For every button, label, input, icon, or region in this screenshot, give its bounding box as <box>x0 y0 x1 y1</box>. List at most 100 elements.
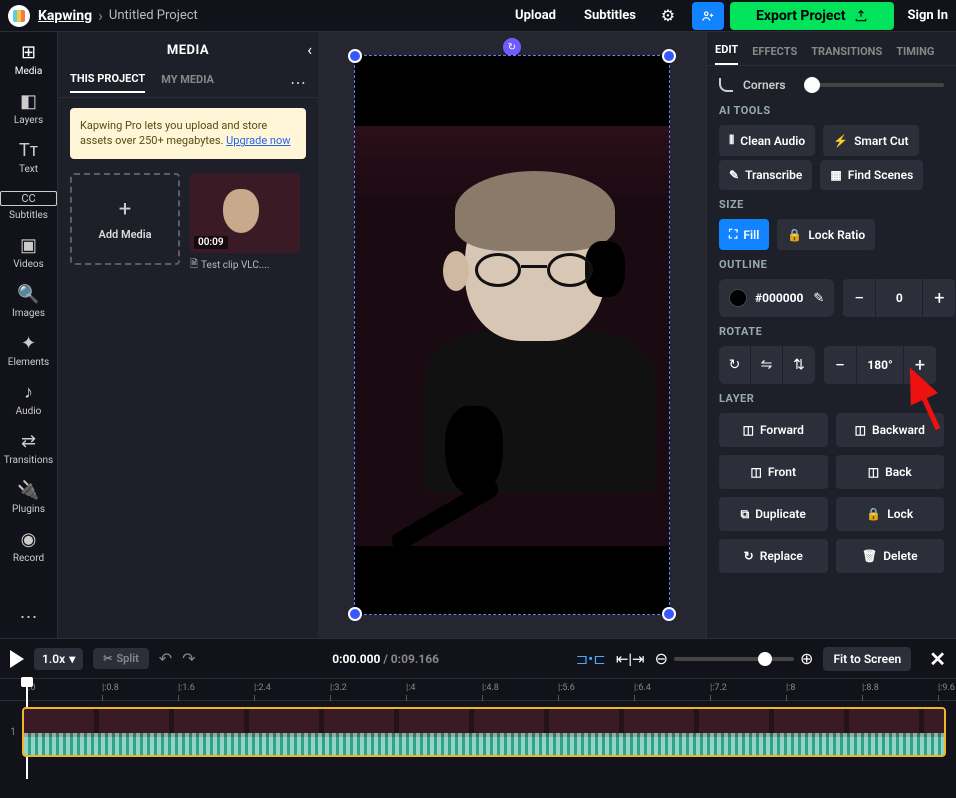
upgrade-link[interactable]: Upgrade now <box>226 134 290 147</box>
resize-handle-bl[interactable] <box>348 607 362 621</box>
tab-timing[interactable]: TIMING <box>896 45 934 65</box>
close-timeline-icon[interactable]: ✕ <box>929 647 946 671</box>
front-button[interactable]: ◫Front <box>719 455 828 489</box>
tab-transitions[interactable]: TRANSITIONS <box>811 45 882 65</box>
flip-v-icon[interactable]: ⇅ <box>783 346 815 384</box>
back-icon: ◫ <box>868 465 879 479</box>
corners-slider[interactable] <box>804 83 944 87</box>
settings-gear-icon[interactable]: ⚙ <box>654 2 682 30</box>
clip-filename: 🗎Test clip VLC.... <box>190 257 300 274</box>
ruler-tick: |:6.4 <box>634 683 651 693</box>
smart-cut-button[interactable]: ⚡Smart Cut <box>823 125 918 156</box>
rotate-value[interactable]: 180° <box>857 346 903 384</box>
collapse-panel-icon[interactable]: ‹ <box>307 40 312 59</box>
add-media-tile[interactable]: + Add Media <box>70 173 180 265</box>
backward-button[interactable]: ◫Backward <box>836 413 945 447</box>
rail-record[interactable]: ◉Record <box>0 525 57 574</box>
ruler-tick: |:8.8 <box>862 683 879 693</box>
corner-icon <box>719 78 733 92</box>
corners-label: Corners <box>743 78 786 92</box>
ruler-tick: |:3.2 <box>330 683 347 693</box>
flip-h-icon[interactable]: ⇋ <box>751 346 783 384</box>
resize-handle-tr[interactable] <box>662 49 676 63</box>
front-icon: ◫ <box>751 465 762 479</box>
sync-icon[interactable]: ↻ <box>503 38 521 56</box>
magnet-icon[interactable]: ⊐•⊏ <box>576 650 606 668</box>
canvas[interactable]: ↻ <box>318 32 706 638</box>
tab-effects[interactable]: EFFECTS <box>752 45 797 65</box>
lock-ratio-button[interactable]: 🔒Lock Ratio <box>777 219 875 250</box>
play-button[interactable] <box>10 650 24 668</box>
rail-layers[interactable]: ◧Layers <box>0 87 57 136</box>
resize-handle-tl[interactable] <box>348 49 362 63</box>
snap-center-icon[interactable]: ⇤|⇥ <box>616 650 645 668</box>
rail-audio[interactable]: ♪Audio <box>0 378 57 427</box>
tab-my-media[interactable]: MY MEDIA <box>161 73 214 92</box>
clean-audio-button[interactable]: ⦀Clean Audio <box>719 125 815 156</box>
find-scenes-button[interactable]: ▦Find Scenes <box>820 160 923 190</box>
rail-transitions[interactable]: ⇄Transitions <box>0 427 57 476</box>
project-name[interactable]: Untitled Project <box>109 8 198 23</box>
fit-to-screen-button[interactable]: Fit to Screen <box>823 647 911 671</box>
brand-link[interactable]: Kapwing <box>38 8 92 24</box>
transcribe-button[interactable]: ✎Transcribe <box>719 160 812 190</box>
zoom-in-icon[interactable]: ⊕ <box>800 649 813 668</box>
timeline-clip[interactable] <box>22 707 946 757</box>
zoom-out-icon[interactable]: ⊖ <box>655 649 668 668</box>
media-more-icon[interactable]: ⋯ <box>290 73 306 92</box>
split-button[interactable]: ✂Split <box>93 648 149 669</box>
forward-button[interactable]: ◫Forward <box>719 413 828 447</box>
transitions-icon: ⇄ <box>0 433 57 451</box>
outline-increment[interactable]: + <box>922 279 956 317</box>
clip-thumbnail: 00:09 <box>190 173 300 253</box>
ruler-tick: |:4 <box>406 683 415 693</box>
share-button[interactable] <box>692 2 724 30</box>
rail-videos[interactable]: ▣Videos <box>0 231 57 280</box>
resize-handle-br[interactable] <box>662 607 676 621</box>
text-icon: Tᴛ <box>0 142 57 160</box>
outline-decrement[interactable]: − <box>842 279 876 317</box>
forward-icon: ◫ <box>743 423 754 437</box>
rail-plugins[interactable]: 🔌Plugins <box>0 476 57 525</box>
media-clip[interactable]: 00:09 🗎Test clip VLC.... <box>190 173 300 274</box>
timeline-ruler[interactable]: |:0|:0.8|:1.6|:2.4|:3.2|:4|:4.8|:5.6|:6.… <box>0 679 956 701</box>
rotate-presets: ↻ ⇋ ⇅ <box>719 346 815 384</box>
grid-icon: ▦ <box>830 168 841 182</box>
rail-subtitles[interactable]: CCSubtitles <box>0 185 57 231</box>
hex-value: #000000 <box>755 291 803 305</box>
logo[interactable] <box>8 5 30 27</box>
export-icon <box>854 9 868 23</box>
shapes-icon: ✦ <box>0 335 57 353</box>
outline-color-picker[interactable]: #000000 ✎ <box>719 279 834 317</box>
rotate-90-icon[interactable]: ↻ <box>719 346 751 384</box>
rotate-increment[interactable]: + <box>903 346 937 384</box>
replace-button[interactable]: ↻Replace <box>719 539 828 573</box>
upload-link[interactable]: Upload <box>515 8 556 23</box>
duplicate-button[interactable]: ⧉Duplicate <box>719 497 828 531</box>
rotate-decrement[interactable]: − <box>823 346 857 384</box>
rail-more[interactable]: ⋯ <box>20 597 38 638</box>
lock-button[interactable]: 🔒Lock <box>836 497 945 531</box>
outline-value[interactable]: 0 <box>876 279 922 317</box>
fill-button[interactable]: ⛶Fill <box>719 219 769 250</box>
tab-edit[interactable]: EDIT <box>715 43 738 65</box>
rail-media[interactable]: ⊞Media <box>0 38 57 87</box>
back-button[interactable]: ◫Back <box>836 455 945 489</box>
delete-button[interactable]: 🗑Delete <box>836 539 945 573</box>
selected-layer[interactable] <box>354 55 670 615</box>
subtitles-link[interactable]: Subtitles <box>584 8 636 23</box>
playback-speed[interactable]: 1.0x▾ <box>34 648 83 670</box>
redo-button[interactable]: ↷ <box>182 649 195 668</box>
record-icon: ◉ <box>0 531 57 549</box>
export-button[interactable]: Export Project <box>730 2 894 30</box>
undo-button[interactable]: ↶ <box>159 649 172 668</box>
tab-this-project[interactable]: THIS PROJECT <box>70 72 145 93</box>
zoom-slider[interactable] <box>674 657 794 661</box>
media-panel: MEDIA ‹ THIS PROJECT MY MEDIA ⋯ Kapwing … <box>58 32 318 638</box>
section-ai-tools: AI TOOLS <box>719 104 944 117</box>
rail-text[interactable]: TᴛText <box>0 136 57 185</box>
rail-elements[interactable]: ✦Elements <box>0 329 57 378</box>
sign-in-link[interactable]: Sign In <box>908 8 948 23</box>
eyedropper-icon[interactable]: ✎ <box>803 291 834 306</box>
rail-images[interactable]: 🔍Images <box>0 280 57 329</box>
